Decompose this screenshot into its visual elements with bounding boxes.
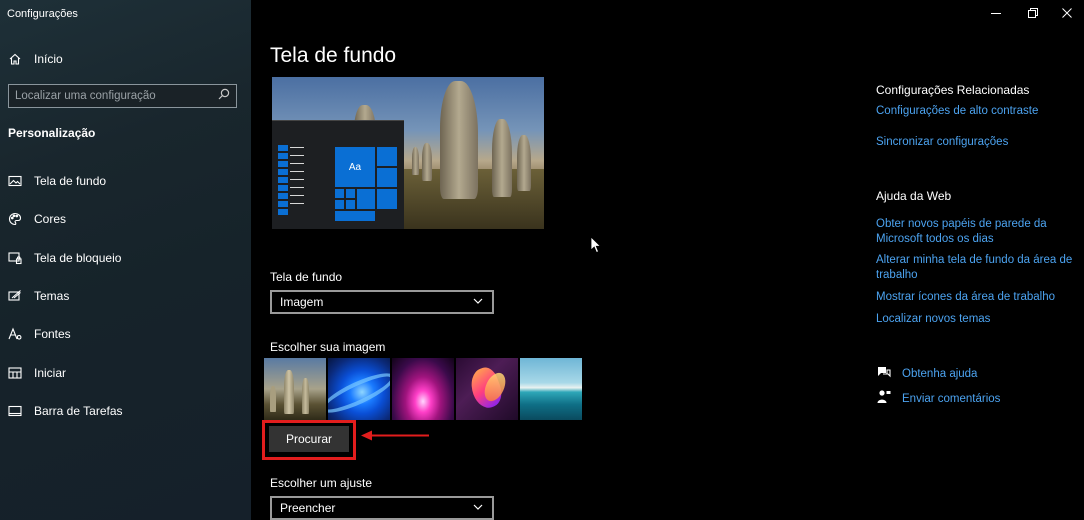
- preview-app-lines: [290, 147, 304, 211]
- link-show-desktop-icons[interactable]: Mostrar ícones da área de trabalho: [876, 290, 1055, 305]
- close-icon: [1062, 8, 1072, 18]
- wallpaper-thumbnail-pink-glow[interactable]: [392, 358, 454, 420]
- sidebar-item-themes[interactable]: Temas: [0, 277, 251, 315]
- sidebar-item-label: Barra de Tarefas: [34, 403, 123, 418]
- nav-home[interactable]: Início: [8, 51, 63, 67]
- close-button[interactable]: [1052, 4, 1082, 22]
- preview-stone: [492, 119, 512, 197]
- search-box[interactable]: [8, 84, 237, 108]
- chevron-down-icon: [472, 295, 484, 310]
- sidebar-item-colors[interactable]: Cores: [0, 200, 251, 238]
- nav-list: Tela de fundo Cores Tela de bloqueio Tem…: [0, 162, 251, 430]
- web-help-heading: Ajuda da Web: [876, 189, 952, 203]
- home-icon: [8, 52, 22, 66]
- preview-stone: [440, 81, 478, 199]
- wallpaper-thumbnail-lake[interactable]: [520, 358, 582, 420]
- fonts-icon: [8, 327, 22, 341]
- background-dropdown[interactable]: Imagem: [270, 290, 494, 314]
- preview-stone: [412, 147, 419, 175]
- wallpaper-thumbnail-stones[interactable]: [264, 358, 326, 420]
- sidebar-item-background[interactable]: Tela de fundo: [0, 162, 251, 200]
- related-settings-heading: Configurações Relacionadas: [876, 83, 1030, 97]
- sidebar-item-label: Tela de fundo: [34, 174, 107, 189]
- preview-tile: [346, 200, 355, 209]
- link-change-desktop-background[interactable]: Alterar minha tela de fundo da área de t…: [876, 253, 1076, 283]
- preview-start-menu: Aa: [272, 120, 404, 229]
- fit-dropdown-value: Preencher: [280, 501, 336, 515]
- choose-image-label: Escolher sua imagem: [270, 340, 386, 354]
- page-title: Tela de fundo: [270, 44, 397, 67]
- main-content: Tela de fundo Aa Tela de fundo Imagem Es…: [251, 0, 1084, 520]
- minimize-button[interactable]: [981, 4, 1011, 22]
- image-icon: [8, 174, 22, 188]
- background-dropdown-value: Imagem: [280, 295, 324, 309]
- search-input[interactable]: [15, 90, 218, 102]
- sidebar-item-taskbar[interactable]: Barra de Tarefas: [0, 392, 251, 430]
- preview-tile: [377, 147, 397, 166]
- get-help-label: Obtenha ajuda: [902, 367, 978, 380]
- preview-tile: [377, 189, 397, 209]
- nav-home-label: Início: [34, 52, 63, 66]
- themes-icon: [8, 289, 22, 303]
- image-thumbnails: [264, 358, 582, 420]
- preview-tile: [377, 168, 397, 187]
- desktop-preview: Aa: [272, 77, 547, 229]
- feedback-label: Enviar comentários: [902, 392, 1001, 405]
- restore-icon: [1028, 8, 1038, 18]
- background-label: Tela de fundo: [270, 270, 343, 284]
- annotation-arrow-icon: [361, 430, 429, 441]
- sidebar-item-lock-screen[interactable]: Tela de bloqueio: [0, 239, 251, 277]
- search-icon[interactable]: [218, 87, 230, 105]
- lock-screen-icon: [8, 251, 22, 265]
- sidebar-item-label: Temas: [34, 289, 70, 304]
- fit-label: Escolher um ajuste: [270, 476, 373, 490]
- chat-help-icon: [876, 364, 892, 383]
- sidebar-item-start[interactable]: Iniciar: [0, 353, 251, 391]
- fit-dropdown[interactable]: Preencher: [270, 496, 494, 520]
- preview-tile: [346, 189, 355, 198]
- preview-tiles: Aa: [335, 147, 397, 221]
- wallpaper-thumbnail-bloom-blue[interactable]: [328, 358, 390, 420]
- sidebar-item-label: Cores: [34, 212, 67, 227]
- link-sync-settings[interactable]: Sincronizar configurações: [876, 135, 1008, 150]
- sidebar-item-label: Tela de bloqueio: [34, 250, 122, 265]
- window-title: Configurações: [7, 8, 78, 20]
- preview-tile: [335, 189, 344, 198]
- preview-tile: [357, 189, 375, 209]
- wallpaper-thumbnail-flower[interactable]: [456, 358, 518, 420]
- preview-tile: [335, 200, 344, 209]
- link-find-themes[interactable]: Localizar novos temas: [876, 312, 990, 327]
- preview-tile: [335, 211, 375, 221]
- link-daily-wallpapers[interactable]: Obter novos papéis de parede da Microsof…: [876, 217, 1066, 247]
- sidebar: Configurações Início Personalização Tela…: [0, 0, 251, 520]
- chevron-down-icon: [472, 501, 484, 516]
- browse-button[interactable]: Procurar: [269, 426, 349, 452]
- sidebar-item-label: Iniciar: [34, 365, 67, 380]
- preview-tile-aa: Aa: [335, 147, 375, 187]
- related-settings: Configurações Relacionadas: [876, 83, 1029, 97]
- palette-icon: [8, 212, 22, 226]
- sidebar-item-fonts[interactable]: Fontes: [0, 315, 251, 353]
- feedback-link[interactable]: Enviar comentários: [876, 389, 1000, 408]
- start-icon: [8, 366, 22, 380]
- restore-button[interactable]: [1018, 4, 1048, 22]
- taskbar-icon: [8, 404, 22, 418]
- feedback-icon: [876, 389, 892, 408]
- minimize-icon: [991, 13, 1001, 14]
- preview-app-list: [278, 145, 288, 217]
- get-help-link[interactable]: Obtenha ajuda: [876, 364, 977, 383]
- link-high-contrast[interactable]: Configurações de alto contraste: [876, 104, 1038, 119]
- preview-stone: [517, 135, 531, 191]
- preview-stone: [422, 143, 432, 181]
- sidebar-item-label: Fontes: [34, 327, 71, 342]
- preview-edge: [544, 77, 547, 229]
- section-title: Personalização: [8, 126, 96, 140]
- mouse-cursor-icon: [590, 236, 602, 254]
